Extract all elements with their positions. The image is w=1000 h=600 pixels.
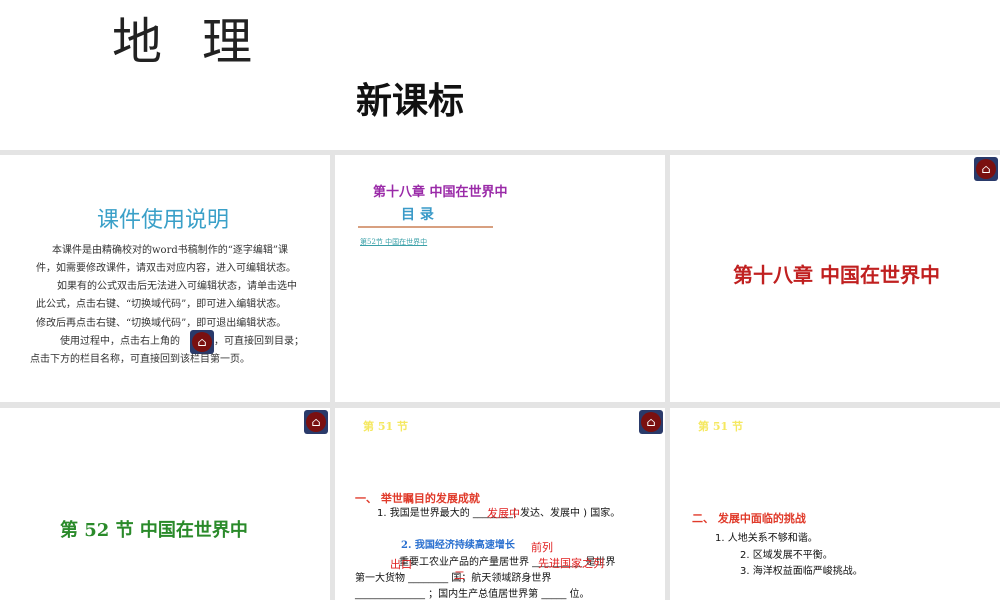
subheading-2: 2. 我国经济持续高速增长 — [401, 540, 515, 551]
section-title: 第 52 节 中国在世界中 — [60, 520, 248, 541]
answer-2d: 二 — [454, 569, 465, 582]
instruction-line: 件，如需要修改课件，请双击对应内容，进入可编辑状态。 — [36, 263, 296, 274]
section-label: 第 51 节 — [698, 420, 743, 433]
standard-title: 新课标 — [356, 81, 465, 122]
toc-heading: 目 录 — [401, 207, 434, 223]
section-label: 第 51 节 — [363, 420, 408, 433]
slide-4-section[interactable]: ⌂ 第 52 节 中国在世界中 — [0, 408, 330, 600]
instruction-line: 点击下方的栏目名称，可直接回到该栏目第一页。 — [30, 354, 250, 365]
home-button[interactable]: ⌂ — [304, 410, 328, 434]
header-area: 地理 新课标 — [0, 0, 1000, 150]
instruction-line: 如果有的公式双击后无法进入可编辑状态，请单击选中 — [57, 281, 297, 292]
instruction-line: 修改后再点击右键、“切换域代码”，即可退出编辑状态。 — [36, 318, 287, 329]
slide-3-chapter[interactable]: ⌂ 第十八章 中国在世界中 — [670, 155, 1000, 402]
question-2c: ______________ ；国内生产总值居世界第 _____ 位。 — [355, 589, 590, 600]
toc-link-section-52[interactable]: 第52节 中国在世界中 — [360, 237, 427, 247]
instruction-line: 本课件是由精确校对的word书稿制作的“逐字编辑”课 — [52, 245, 288, 256]
subject-title: 地理 — [112, 13, 292, 71]
home-button[interactable]: ⌂ — [974, 157, 998, 181]
chapter-heading: 第十八章 中国在世界中 — [373, 185, 508, 200]
answer-1: 发展中 — [487, 507, 520, 520]
instructions-title: 课件使用说明 — [97, 208, 230, 233]
instruction-line: 此公式，点击右键、“切换域代码”，即可进入编辑状态。 — [36, 299, 287, 310]
slide-6-challenges[interactable]: 第 51 节 二、 发展中面临的挑战 1. 人地关系不够和谐。 2. 区域发展不… — [670, 408, 1000, 600]
divider — [358, 226, 493, 228]
instruction-line: 使用过程中，点击右上角的 — [60, 336, 180, 347]
slide-5-achievements[interactable]: ⌂ 第 51 节 一、 举世瞩目的发展成就 1. 我国是世界最大的 ______… — [335, 408, 665, 600]
home-button[interactable]: ⌂ — [639, 410, 663, 434]
chapter-title: 第十八章 中国在世界中 — [733, 263, 940, 287]
challenge-item: 1. 人地关系不够和谐。 — [715, 533, 818, 544]
slide-1-instructions[interactable]: 课件使用说明 本课件是由精确校对的word书稿制作的“逐字编辑”课 件，如需要修… — [0, 155, 330, 402]
instruction-line: ，可直接回到目录； — [214, 336, 304, 347]
section-heading: 二、 发展中面临的挑战 — [692, 512, 806, 525]
challenge-item: 2. 区域发展不平衡。 — [740, 550, 833, 561]
challenge-item: 3. 海洋权益面临严峻挑战。 — [740, 566, 863, 577]
slide-2-toc[interactable]: 第十八章 中国在世界中 目 录 第52节 中国在世界中 — [335, 155, 665, 402]
